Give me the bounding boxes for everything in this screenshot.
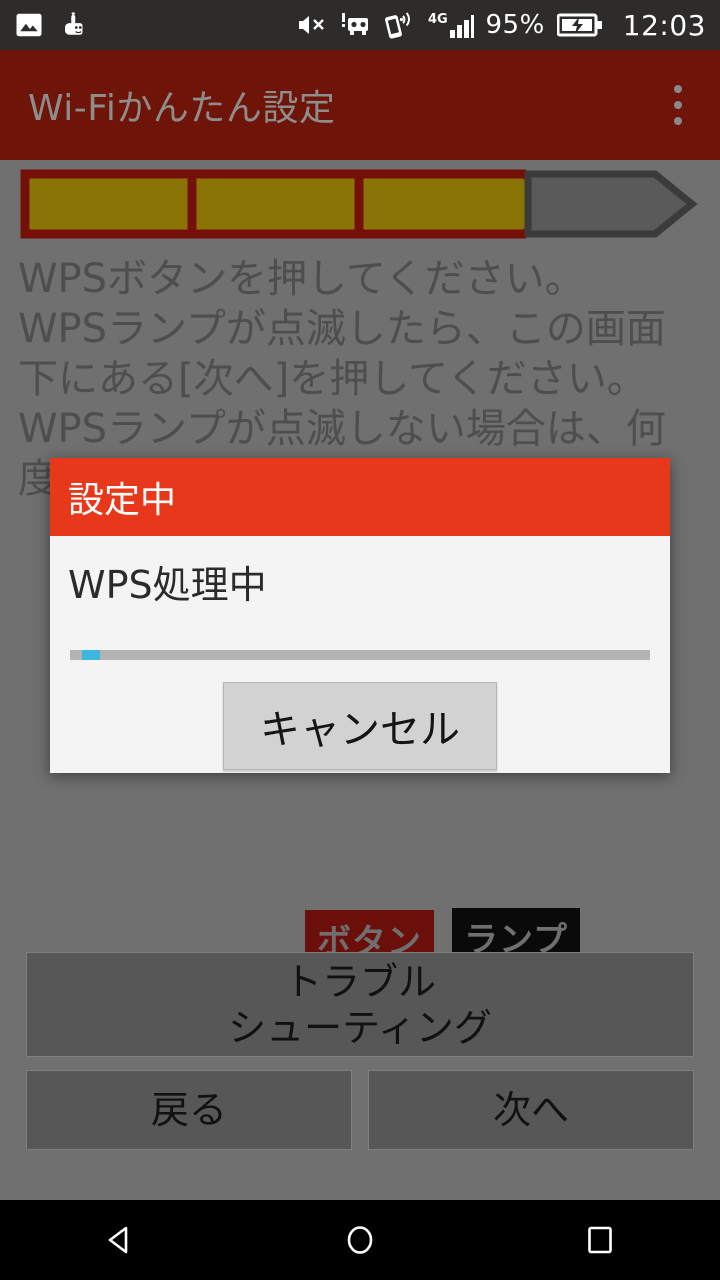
nav-recents-button[interactable] <box>540 1200 660 1280</box>
dialog-actions: キャンセル <box>68 682 652 770</box>
nav-back-button[interactable] <box>60 1200 180 1280</box>
dialog-header: 設定中 <box>50 458 670 536</box>
dialog-message: WPS処理中 <box>68 563 267 607</box>
dialog-body: WPS処理中 キャンセル <box>50 536 670 770</box>
triangle-left-icon <box>108 1226 128 1254</box>
phone-screen: 4G 95% 12:03 Wi-Fiかんたん設定 WPSボタンを押してください。… <box>0 0 720 1280</box>
progress-bar-indicator <box>81 650 101 660</box>
cancel-button[interactable]: キャンセル <box>223 682 497 770</box>
android-nav-bar <box>0 1200 720 1280</box>
progress-bar <box>70 650 650 660</box>
progress-dialog: 設定中 WPS処理中 キャンセル <box>50 458 670 773</box>
circle-icon <box>347 1226 373 1254</box>
nav-home-button[interactable] <box>300 1200 420 1280</box>
square-icon <box>588 1226 612 1254</box>
dialog-title: 設定中 <box>68 480 177 521</box>
